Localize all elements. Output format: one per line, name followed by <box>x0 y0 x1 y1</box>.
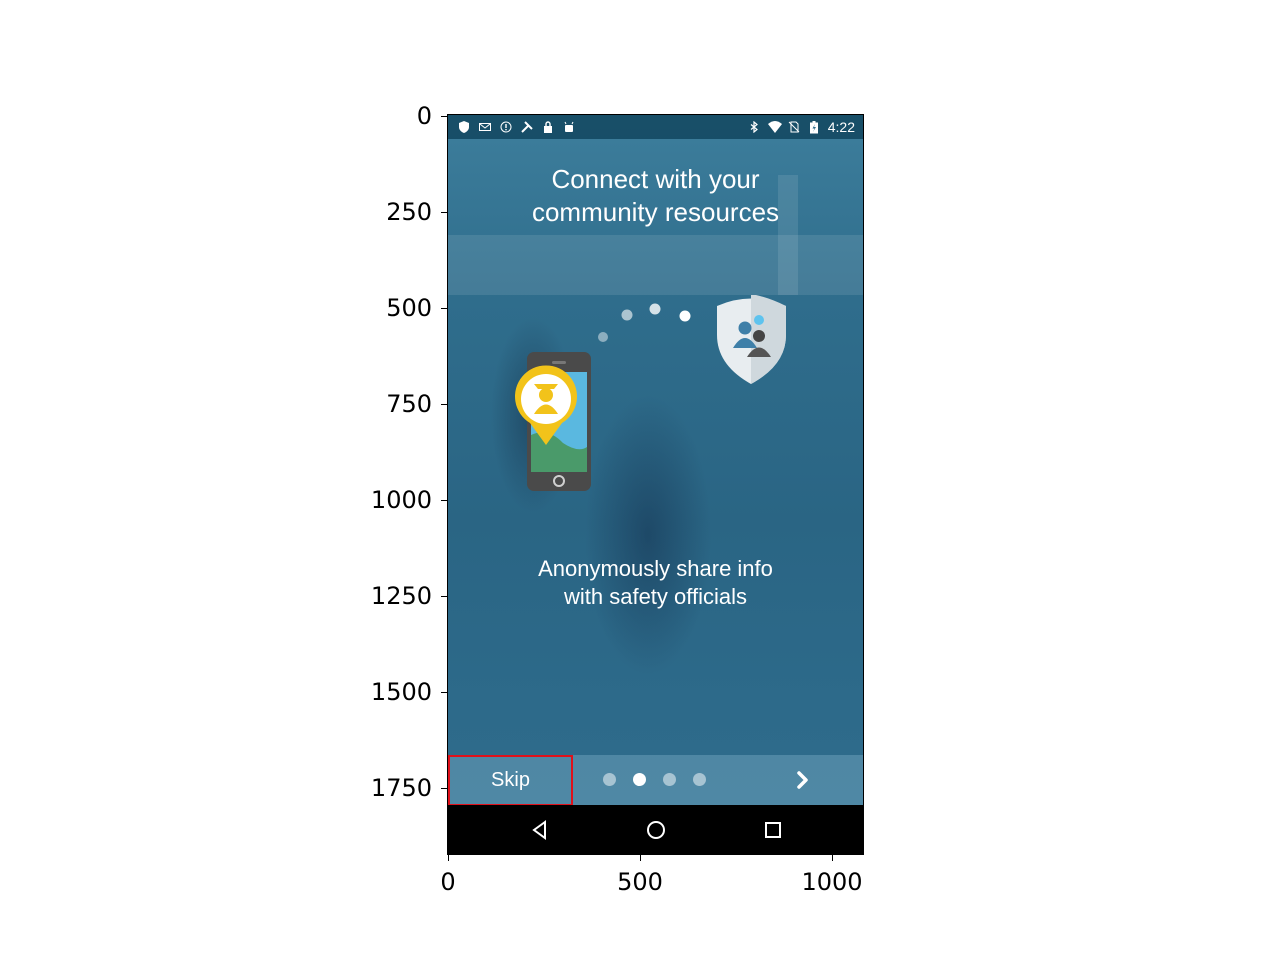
pager-bar: Skip <box>448 755 863 806</box>
status-bar: 4:22 <box>448 115 863 139</box>
wifi-icon <box>767 121 782 133</box>
connection-dots <box>598 303 691 342</box>
recents-icon <box>765 822 781 838</box>
y-tick-label: 1750 <box>370 774 432 802</box>
page-dot <box>693 773 706 786</box>
no-sim-icon <box>788 121 800 133</box>
recents-button[interactable] <box>758 815 788 845</box>
onboarding-title: Connect with your community resources <box>448 163 863 229</box>
shield-icon <box>458 121 470 133</box>
subtitle-line-2: with safety officials <box>563 584 747 609</box>
y-tick-label: 250 <box>386 198 432 226</box>
skip-button[interactable]: Skip <box>448 755 573 806</box>
x-tick <box>448 854 449 861</box>
lock-icon <box>542 121 554 133</box>
back-button[interactable] <box>525 815 555 845</box>
y-tick-label: 1000 <box>370 486 432 514</box>
x-tick <box>640 854 641 861</box>
back-icon <box>532 820 546 840</box>
android-icon <box>563 121 575 133</box>
x-tick <box>832 854 833 861</box>
next-button[interactable] <box>788 765 818 795</box>
y-tick-label: 1500 <box>370 678 432 706</box>
bluetooth-icon <box>748 120 760 134</box>
mail-icon <box>479 121 491 133</box>
navigation-bar <box>448 805 863 854</box>
page-indicator <box>603 773 706 786</box>
onboarding-illustration <box>515 295 786 491</box>
tools-icon <box>521 121 533 133</box>
title-line-1: Connect with your <box>551 164 760 194</box>
y-tick-label: 0 <box>416 102 432 130</box>
page-dot <box>603 773 616 786</box>
x-tick-label: 500 <box>617 868 663 896</box>
status-time: 4:22 <box>827 119 855 135</box>
phone-screen: 4:22 Connect with your community resourc… <box>447 114 864 855</box>
y-tick-label: 750 <box>386 390 432 418</box>
y-tick-label: 500 <box>386 294 432 322</box>
x-tick-label: 1000 <box>801 868 863 896</box>
x-tick-label: 0 <box>440 868 456 896</box>
subtitle-line-1: Anonymously share info <box>538 556 773 581</box>
title-line-2: community resources <box>531 197 780 227</box>
home-button[interactable] <box>641 815 671 845</box>
page-dot <box>663 773 676 786</box>
chevron-right-icon <box>797 771 808 789</box>
y-tick-label: 1250 <box>370 582 432 610</box>
battery-charging-icon <box>808 121 820 134</box>
page-dot-active <box>633 773 646 786</box>
home-icon <box>647 821 665 839</box>
community-shield-icon <box>717 295 786 384</box>
onboarding-subtitle: Anonymously share info with safety offic… <box>448 555 863 611</box>
alert-icon <box>500 121 512 133</box>
background-building <box>448 235 863 295</box>
